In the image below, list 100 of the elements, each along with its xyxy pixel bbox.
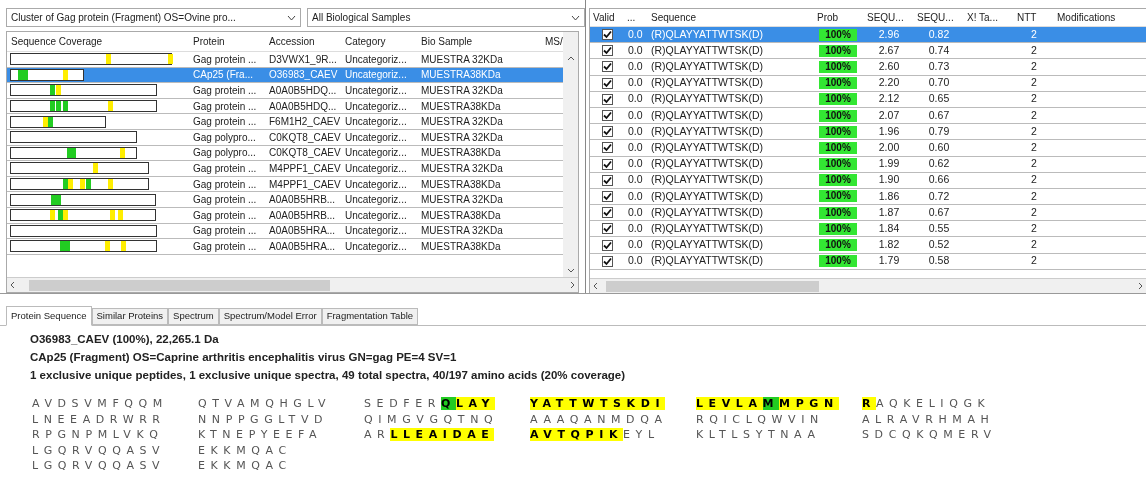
table-cell-text: 2 [1030, 253, 1038, 269]
tab[interactable]: Fragmentation Table [321, 308, 419, 325]
tab[interactable]: Protein Sequence [6, 306, 92, 326]
table-row[interactable]: Gag protein ... M4PPF1_CAEV Uncategoriz... MUESTRA38KDa [7, 176, 563, 193]
probability-value: 100% [824, 109, 852, 122]
dropdown[interactable]: All Biological Samples [307, 8, 585, 27]
table-row[interactable]: 0.0 (R)QLAYYATTWTSK(D) 100% 2.96 0.82 2 [590, 27, 1146, 44]
table-cell-text: 0.67 [927, 204, 951, 220]
table-row[interactable]: 0.0 (R)QLAYYATTWTSK(D) 100% 2.00 0.60 2 [590, 140, 1146, 157]
table-cell-text: F6M1H2_CAEV [268, 115, 341, 130]
column-header[interactable]: Prob [814, 10, 864, 25]
column-header[interactable]: Modifications [1054, 10, 1134, 25]
table-row[interactable]: Gag protein ... D3VWX1_9R... Uncategoriz... MUESTRA 32KDa [7, 52, 563, 68]
checkbox[interactable] [601, 239, 613, 251]
checkbox[interactable] [601, 142, 613, 154]
checkbox[interactable] [601, 45, 613, 57]
table-cell-text: 0.82 [927, 27, 951, 42]
sequence-text: LGQRVQQASV [32, 458, 167, 474]
table-row[interactable]: 0.0 (R)QLAYYATTWTSK(D) 100% 1.99 0.62 2 [590, 156, 1146, 173]
table-row[interactable]: 0.0 (R)QLAYYATTWTSK(D) 100% 2.07 0.67 2 [590, 107, 1146, 125]
table-row[interactable]: 0.0 (R)QLAYYATTWTSK(D) 100% 2.60 0.73 2 [590, 59, 1146, 76]
table-cell-text: Gag protein ... [192, 193, 258, 208]
checkbox[interactable] [601, 223, 613, 235]
table-cell-text: Gag protein ... [192, 84, 258, 98]
table-row[interactable]: 0.0 (R)QLAYYATTWTSK(D) 100% 2.12 0.65 2 [590, 91, 1146, 108]
tab[interactable]: Similar Proteins [91, 308, 169, 325]
table-row[interactable]: 0.0 (R)QLAYYATTWTSK(D) 100% 1.96 0.79 2 [590, 124, 1146, 141]
column-header[interactable]: Accession [265, 34, 341, 49]
tab[interactable]: Spectrum/Model Error [218, 308, 322, 325]
table-cell-text: MUESTRA 32KDa [420, 161, 504, 176]
table-cell-text: 1.79 [877, 253, 901, 269]
table-cell-text: Uncategoriz... [344, 193, 408, 208]
table-row[interactable]: 0.0 (R)QLAYYATTWTSK(D) 100% 1.87 0.67 2 [590, 205, 1146, 222]
table-cell-text: 2 [1030, 42, 1038, 58]
table-cell-text: 2 [1030, 156, 1038, 172]
table-cell-text: 2 [1030, 140, 1038, 156]
column-header[interactable]: Protein [189, 34, 265, 49]
table-cell-text: 2.60 [877, 59, 901, 75]
column-header[interactable]: Sequence Coverage [7, 34, 189, 49]
table-cell-text: 2.12 [877, 91, 901, 107]
sequence-text: QIMGVGQTNQ [364, 411, 500, 427]
checkbox[interactable] [601, 29, 613, 41]
table-cell-text: (R)QLAYYATTWTSK(D) [650, 188, 764, 204]
table-row[interactable]: 0.0 (R)QLAYYATTWTSK(D) 100% 1.90 0.66 2 [590, 172, 1146, 189]
table-cell-text: C0KQT8_CAEV [268, 130, 341, 145]
table-row[interactable]: Gag protein ... F6M1H2_CAEV Uncategoriz... MUESTRA 32KDa [7, 114, 563, 130]
checkbox[interactable] [601, 77, 613, 89]
table-row[interactable]: Gag protein ... A0A0B5HDQ... Uncategoriz... MUESTRA38KDa [7, 98, 563, 115]
column-header[interactable]: Sequence [648, 10, 814, 25]
column-header[interactable]: MS/ [541, 34, 563, 49]
table-row[interactable]: 0.0 (R)QLAYYATTWTSK(D) 100% 1.82 0.52 2 [590, 237, 1146, 254]
table-cell-text: MUESTRA 32KDa [420, 84, 504, 98]
protein-title: O36983_CAEV (100%), 22,265.1 Da [30, 332, 220, 347]
table-cell-text: 1.90 [877, 172, 901, 188]
table-row[interactable]: Gag protein ... A0A0B5HRB... Uncategoriz... MUESTRA 32KDa [7, 192, 563, 208]
checkbox[interactable] [601, 158, 613, 170]
checkbox[interactable] [601, 207, 613, 219]
column-header[interactable]: Bio Sample [417, 34, 541, 49]
horizontal-scrollbar[interactable] [590, 278, 1146, 293]
table-row[interactable]: Gag polypro... C0KQT8_CAEV Uncategoriz... MUESTRA38KDa [7, 145, 563, 162]
checkbox[interactable] [601, 190, 613, 202]
checkbox[interactable] [601, 93, 613, 105]
column-header[interactable]: ... [624, 10, 648, 25]
checkbox[interactable] [601, 255, 613, 267]
column-header[interactable]: Valid [590, 10, 624, 25]
checkbox[interactable] [601, 126, 613, 138]
table-cell-text: MUESTRA 32KDa [420, 224, 504, 239]
table-cell-text: Uncategoriz... [344, 239, 408, 254]
table-row[interactable]: 0.0 (R)QLAYYATTWTSK(D) 100% 1.86 0.72 2 [590, 188, 1146, 206]
column-header[interactable]: NTT [1014, 10, 1054, 25]
table-row[interactable]: Gag protein ... A0A0B5HRB... Uncategoriz... MUESTRA38KDa [7, 207, 563, 224]
column-header[interactable]: X! Ta... [964, 10, 1014, 25]
sequence-text: AAAQANMDQA [530, 411, 669, 427]
checkbox[interactable] [601, 110, 613, 122]
checkbox[interactable] [601, 174, 613, 186]
probability-value: 100% [824, 206, 852, 219]
table-cell-text: Gag protein ... [192, 224, 258, 239]
column-header[interactable]: Category [341, 34, 417, 49]
table-row[interactable]: Gag protein ... M4PPF1_CAEV Uncategoriz... MUESTRA 32KDa [7, 161, 563, 177]
tab[interactable]: Spectrum [168, 308, 219, 325]
table-row[interactable]: 0.0 (R)QLAYYATTWTSK(D) 100% 1.84 0.55 2 [590, 221, 1146, 238]
column-header[interactable]: SEQU... [864, 10, 914, 25]
table-cell-text: 2 [1030, 188, 1038, 204]
table-row[interactable]: Gag protein ... A0A0B5HDQ... Uncategoriz... MUESTRA 32KDa [7, 83, 563, 99]
dropdown[interactable]: Cluster of Gag protein (Fragment) OS=Ovine pro... [6, 8, 301, 27]
table-row[interactable]: Gag protein ... A0A0B5HRA... Uncategoriz... MUESTRA38KDa [7, 239, 563, 255]
table-row[interactable]: Gag polypro... C0KQT8_CAEV Uncategoriz... MUESTRA 32KDa [7, 129, 563, 146]
sequence-text: LNEEADRWRR [32, 411, 167, 427]
sequence-text: YATTWTSKDI [530, 396, 667, 412]
table-cell-text: 1.86 [877, 188, 901, 204]
table-row[interactable]: 0.0 (R)QLAYYATTWTSK(D) 100% 1.79 0.58 2 [590, 253, 1146, 270]
table-row[interactable]: Gag protein ... A0A0B5HRA... Uncategoriz... MUESTRA 32KDa [7, 223, 563, 240]
table-row[interactable]: 0.0 (R)QLAYYATTWTSK(D) 100% 2.67 0.74 2 [590, 43, 1146, 60]
checkbox[interactable] [601, 61, 613, 73]
table-cell-text: 0.0 [627, 156, 644, 172]
column-header[interactable]: SEQU... [914, 10, 964, 25]
horizontal-scrollbar[interactable] [7, 277, 578, 292]
vertical-scrollbar[interactable] [563, 32, 578, 277]
table-cell-text: 0.66 [927, 172, 951, 188]
table-row[interactable]: 0.0 (R)QLAYYATTWTSK(D) 100% 2.20 0.70 2 [590, 75, 1146, 92]
